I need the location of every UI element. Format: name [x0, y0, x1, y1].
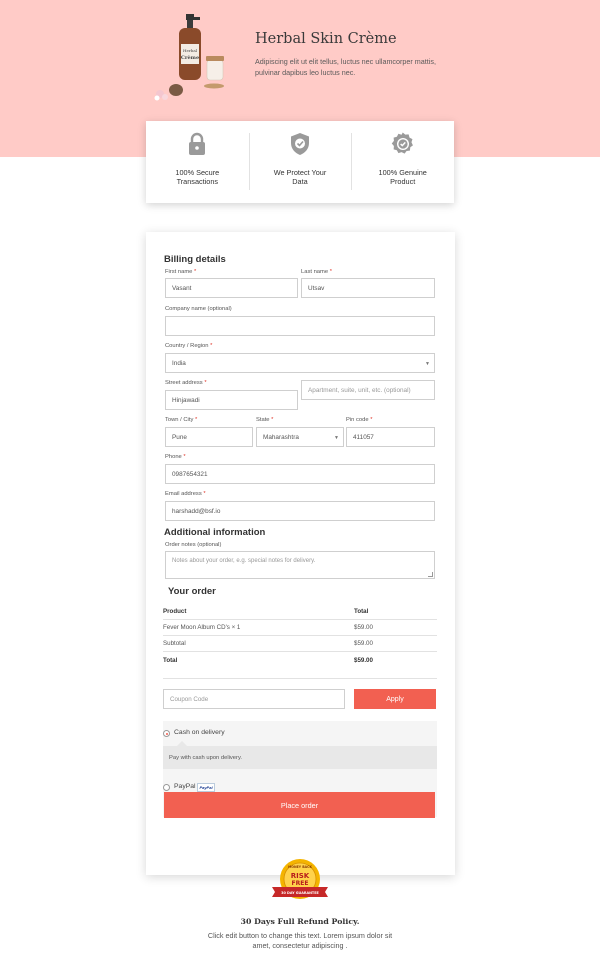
pin-input[interactable]: 411057 [346, 427, 435, 447]
coupon-input[interactable]: Coupon Code [163, 689, 345, 709]
column-header-total: Total [354, 608, 369, 615]
shield-check-icon [291, 133, 309, 155]
divider [163, 678, 437, 679]
street-input[interactable]: Hinjawadi [165, 390, 298, 410]
state-label: State * [256, 417, 274, 423]
badge-ribbon-text: 30 DAY GUARANTEE [281, 891, 319, 895]
paypal-radio[interactable] [163, 784, 170, 791]
first-name-input[interactable]: Vasant [165, 278, 298, 298]
product-image: Herbal Crème [154, 14, 224, 101]
street-label: Street address * [165, 380, 207, 386]
feature-secure: 100% Secure Transactions [146, 121, 249, 203]
order-notes-textarea[interactable]: Notes about your order, e.g. special not… [165, 551, 435, 579]
product-label-line2: Crème [181, 54, 199, 61]
cod-label[interactable]: Cash on delivery [174, 729, 225, 736]
street2-input[interactable]: Apartment, suite, unit, etc. (optional) [301, 380, 435, 400]
your-order-heading: Your order [168, 586, 216, 597]
row-product: Total [163, 656, 178, 664]
apply-coupon-button[interactable]: Apply [354, 689, 436, 709]
product-label-line1: Herbal [183, 48, 198, 53]
email-input[interactable]: harshadd@bsf.io [165, 501, 435, 521]
table-row: Total $59.00 [163, 652, 437, 668]
feature-genuine: 100% Genuine Product [351, 121, 454, 203]
email-label: Email address * [165, 491, 206, 497]
row-total: $59.00 [354, 624, 373, 631]
row-total: $59.00 [354, 656, 373, 664]
risk-free-badge-icon: MONEY BACK RISK FREE 30 DAY GUARANTEE [272, 859, 328, 899]
company-input[interactable] [165, 316, 435, 336]
features-strip: 100% Secure Transactions We Protect Your… [146, 121, 454, 203]
order-notes-label: Order notes (optional) [165, 542, 222, 548]
badge-check-icon [391, 132, 413, 154]
feature-label: 100% Secure Transactions [175, 168, 220, 186]
order-notes-placeholder: Notes about your order, e.g. special not… [172, 558, 316, 564]
feature-label: We Protect Your Data [273, 168, 327, 186]
table-header: Product Total [163, 604, 437, 620]
hero-title: Herbal Skin Crème [255, 31, 397, 47]
caret-down-icon: ▼ [425, 361, 430, 367]
state-value: Maharashtra [263, 433, 299, 441]
resize-handle-icon[interactable] [428, 572, 433, 577]
badge-line2: FREE [292, 880, 309, 887]
lock-icon [189, 132, 206, 155]
state-select[interactable]: Maharashtra ▼ [256, 427, 344, 447]
town-label: Town / City * [165, 417, 198, 423]
checkout-card: Billing details First name * Vasant Last… [146, 232, 455, 875]
row-total: $59.00 [354, 640, 373, 647]
phone-input[interactable]: 0987654321 [165, 464, 435, 484]
billing-heading: Billing details [164, 254, 226, 265]
last-name-label: Last name * [301, 269, 332, 275]
additional-heading: Additional information [164, 527, 266, 538]
badge-line1: RISK [291, 872, 310, 880]
pin-label: Pin code * [346, 417, 373, 423]
cod-description: Pay with cash upon delivery. [163, 741, 437, 769]
company-label: Company name (optional) [165, 306, 232, 312]
table-row: Fever Moon Album CD's × 1 $59.00 [163, 620, 437, 636]
country-value: India [172, 359, 186, 367]
last-name-input[interactable]: Utsav [301, 278, 435, 298]
caret-down-icon: ▼ [334, 435, 339, 441]
badge-top-text: MONEY BACK [288, 865, 312, 869]
feature-protect: We Protect Your Data [248, 121, 352, 203]
first-name-label: First name * [165, 269, 197, 275]
refund-text: Click edit button to change this text. L… [207, 931, 393, 950]
country-select[interactable]: India ▼ [165, 353, 435, 373]
refund-title: 30 Days Full Refund Policy. [240, 917, 360, 926]
feature-label: 100% Genuine Product [378, 168, 427, 186]
cod-radio[interactable] [163, 730, 170, 737]
table-row: Subtotal $59.00 [163, 636, 437, 652]
paypal-label[interactable]: PayPal [174, 783, 196, 790]
column-header-product: Product [163, 608, 187, 615]
country-label: Country / Region * [165, 343, 213, 349]
row-product: Subtotal [163, 640, 186, 647]
order-table: Product Total Fever Moon Album CD's × 1 … [163, 604, 437, 668]
row-product: Fever Moon Album CD's × 1 [163, 624, 241, 631]
hero-description: Adipiscing elit ut elit tellus, luctus n… [255, 57, 436, 77]
place-order-button[interactable]: Place order [164, 792, 435, 818]
phone-label: Phone * [165, 454, 186, 460]
paypal-logo-icon: PayPal [197, 783, 215, 792]
town-input[interactable]: Pune [165, 427, 253, 447]
